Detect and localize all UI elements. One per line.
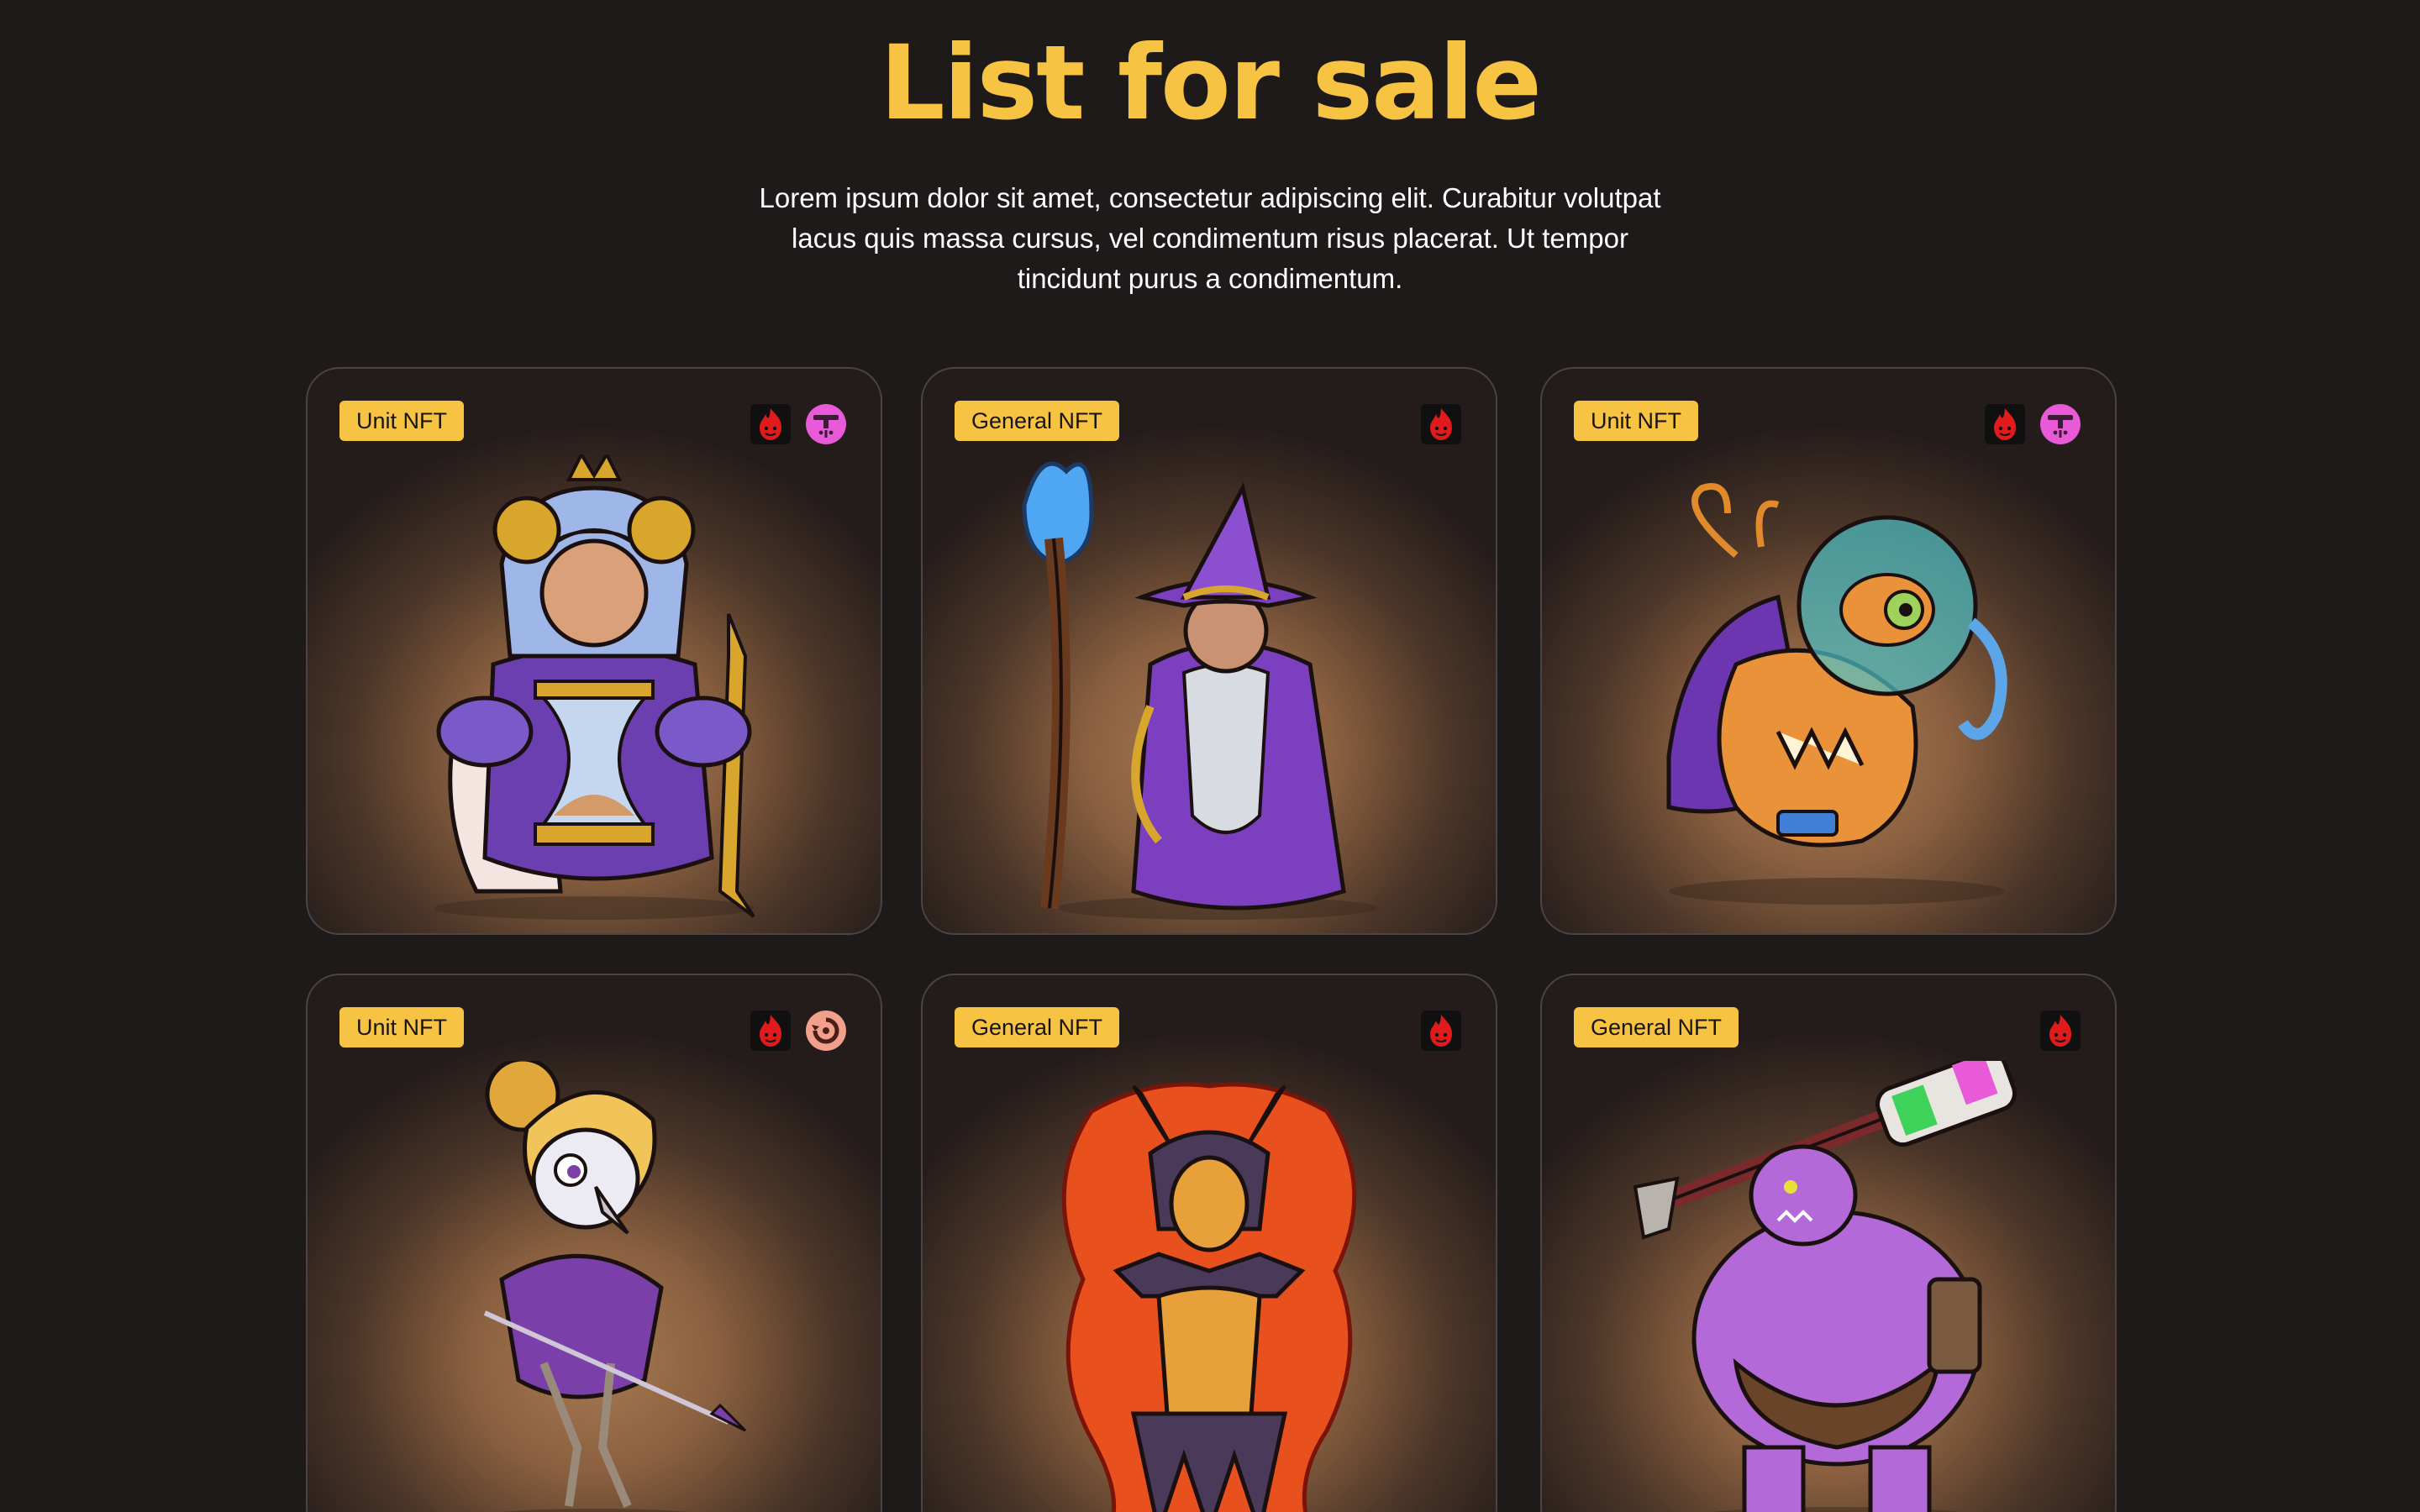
fire-element-icon: [2040, 1011, 2081, 1051]
pink-weapon-class-icon: [2040, 404, 2081, 444]
list-for-sale-page: List for sale Lorem ipsum dolor sit amet…: [0, 0, 2420, 1512]
ogre-brute-character-art: [1633, 1061, 2018, 1512]
nft-type-badge: Unit NFT: [339, 401, 464, 441]
card-attribute-icons: [750, 1009, 847, 1053]
card-attribute-icons: [1420, 1009, 1462, 1053]
fire-element-icon: [750, 404, 791, 444]
nft-type-badge: Unit NFT: [1574, 401, 1698, 441]
nft-card[interactable]: General NFT: [921, 974, 1497, 1512]
card-attribute-icons: [1420, 402, 1462, 446]
nft-card[interactable]: Unit NFT: [306, 974, 882, 1512]
nft-type-badge: General NFT: [1574, 1007, 1739, 1047]
page-title: List for sale: [879, 24, 1542, 143]
fire-element-icon: [1985, 404, 2025, 444]
wizard-character-art: [1022, 461, 1377, 920]
nft-card[interactable]: Unit NFT: [1540, 367, 2117, 935]
nft-type-badge: General NFT: [955, 401, 1120, 441]
nft-card[interactable]: General NFT: [921, 367, 1497, 935]
nft-card[interactable]: General NFT: [1540, 974, 2117, 1512]
card-attribute-icons: [2039, 1009, 2081, 1053]
bubble-fish-character-art: [1666, 483, 2007, 905]
fire-demoness-character-art: [1061, 1082, 1357, 1512]
bird-archer-character-art: [483, 1061, 747, 1512]
salmon-swirl-class-icon: [806, 1011, 846, 1051]
nft-type-badge: Unit NFT: [339, 1007, 464, 1047]
fire-element-icon: [1421, 1011, 1461, 1051]
time-queen-character-art: [434, 454, 755, 920]
nft-card[interactable]: Unit NFT: [306, 367, 882, 935]
pink-weapon-class-icon: [806, 404, 846, 444]
card-attribute-icons: [1984, 402, 2081, 446]
nft-type-badge: General NFT: [955, 1007, 1120, 1047]
fire-element-icon: [1421, 404, 1461, 444]
page-description: Lorem ipsum dolor sit amet, consectetur …: [759, 182, 1661, 294]
card-attribute-icons: [750, 402, 847, 446]
fire-element-icon: [750, 1011, 791, 1051]
